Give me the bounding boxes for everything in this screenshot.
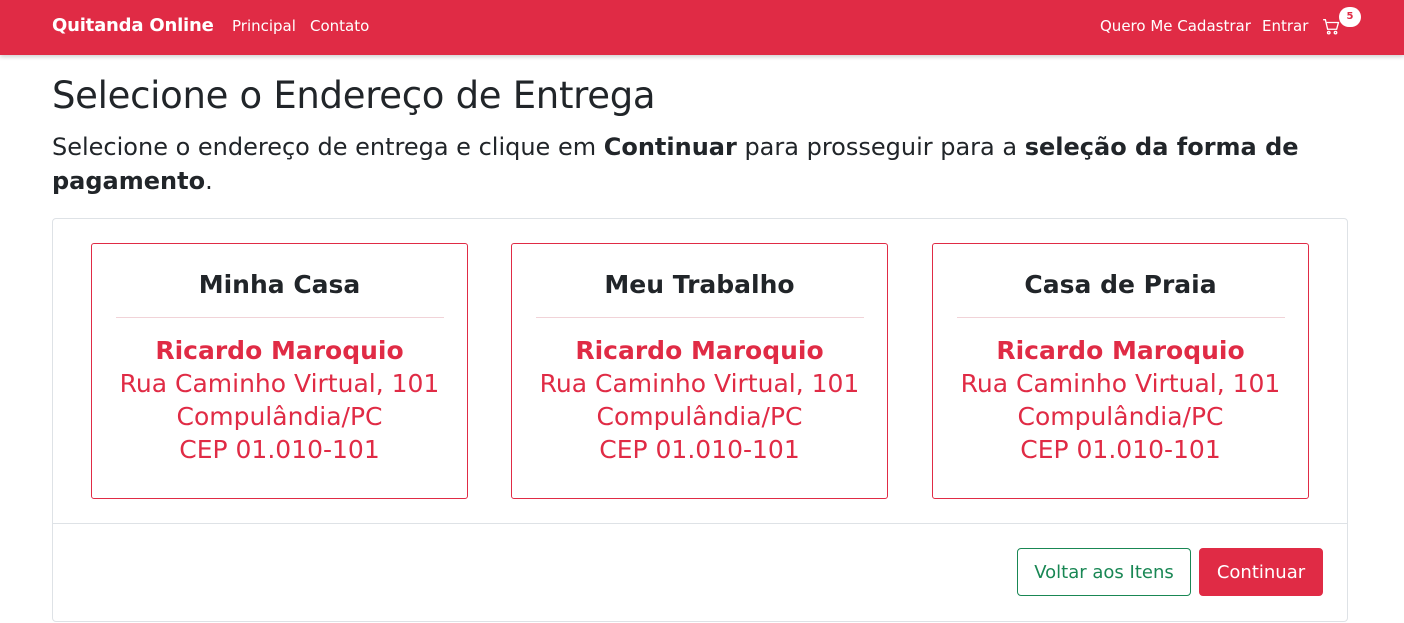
- address-label: Minha Casa: [198, 270, 361, 299]
- nav-link-principal[interactable]: Principal: [232, 17, 296, 35]
- address-cep: CEP 01.010-101: [599, 435, 800, 464]
- address-recipient: Ricardo Maroquio: [155, 336, 404, 365]
- address-cep: CEP 01.010-101: [1020, 435, 1221, 464]
- address-cep: CEP 01.010-101: [179, 435, 380, 464]
- address-divider: [536, 317, 864, 318]
- address-recipient: Ricardo Maroquio: [575, 336, 824, 365]
- brand-logo[interactable]: Quitanda Online: [52, 15, 214, 36]
- navbar: Quitanda Online Principal Contato Quero …: [0, 0, 1404, 55]
- address-details: Ricardo Maroquio Rua Caminho Virtual, 10…: [933, 334, 1308, 466]
- address-card-minha-casa[interactable]: Minha Casa Ricardo Maroquio Rua Caminho …: [91, 243, 468, 499]
- address-card-meu-trabalho[interactable]: Meu Trabalho Ricardo Maroquio Rua Caminh…: [511, 243, 888, 499]
- address-details: Ricardo Maroquio Rua Caminho Virtual, 10…: [92, 334, 467, 466]
- cart-count-badge: 5: [1339, 7, 1361, 27]
- address-divider: [116, 317, 444, 318]
- address-city: Compulândia/PC: [1017, 402, 1224, 431]
- address-label: Meu Trabalho: [604, 270, 795, 299]
- nav-link-contato[interactable]: Contato: [310, 17, 369, 35]
- address-label: Casa de Praia: [1024, 270, 1217, 299]
- card-footer-divider: [52, 523, 1348, 524]
- address-recipient: Ricardo Maroquio: [996, 336, 1245, 365]
- address-street: Rua Caminho Virtual, 101: [960, 369, 1281, 398]
- continue-button[interactable]: Continuar: [1199, 548, 1323, 596]
- back-to-items-button[interactable]: Voltar aos Itens: [1017, 548, 1191, 596]
- page-subtitle: Selecione o endereço de entrega e clique…: [52, 133, 1299, 195]
- page-title: Selecione o Endereço de Entrega: [52, 74, 656, 117]
- address-street: Rua Caminho Virtual, 101: [119, 369, 440, 398]
- address-card-casa-de-praia[interactable]: Casa de Praia Ricardo Maroquio Rua Camin…: [932, 243, 1309, 499]
- address-city: Compulândia/PC: [176, 402, 383, 431]
- address-divider: [957, 317, 1285, 318]
- nav-link-cadastrar[interactable]: Quero Me Cadastrar: [1100, 17, 1251, 35]
- nav-link-entrar[interactable]: Entrar: [1262, 17, 1308, 35]
- address-street: Rua Caminho Virtual, 101: [539, 369, 860, 398]
- address-details: Ricardo Maroquio Rua Caminho Virtual, 10…: [512, 334, 887, 466]
- address-city: Compulândia/PC: [596, 402, 803, 431]
